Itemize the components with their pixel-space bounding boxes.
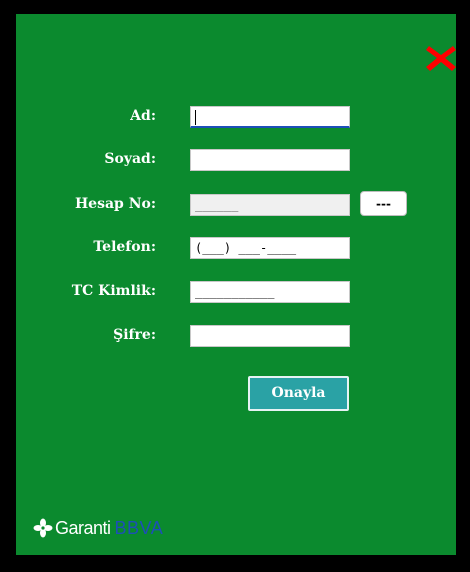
text-caret [195,110,196,125]
brand-suffix: BBVA [114,517,164,538]
telefon-input[interactable]: (___) ___-____ [190,237,350,259]
hesap-no-label: Hesap No: [74,196,156,212]
browse-button[interactable]: --- [360,191,407,216]
soyad-label: Soyad: [104,151,156,167]
tc-kimlik-mask: ___________ [195,285,275,299]
sifre-label: Şifre: [113,327,156,343]
onayla-button[interactable]: Onayla [248,376,349,411]
tc-kimlik-label: TC Kimlik: [71,283,156,299]
hesap-no-input[interactable]: ______ [190,194,350,216]
soyad-input[interactable] [190,149,350,171]
tc-kimlik-row: TC Kimlik: ___________ [16,281,456,305]
telefon-label: Telefon: [93,239,156,255]
brand-name: Garanti [55,517,111,538]
telefon-row: Telefon: (___) ___-____ [16,237,456,261]
tc-kimlik-input[interactable]: ___________ [190,281,350,303]
soyad-row: Soyad: [16,149,456,173]
sifre-row: Şifre: [16,325,456,349]
telefon-mask: (___) ___-____ [195,241,297,255]
login-panel: Ad: Soyad: Hesap No: ______ --- Telefon:… [16,14,456,555]
garanti-clover-icon [33,518,53,538]
ad-input[interactable] [190,106,350,128]
garanti-bbva-logo: Garanti BBVA [33,514,163,542]
close-icon[interactable] [424,43,458,73]
hesap-no-mask: ______ [195,198,239,212]
sifre-input[interactable] [190,325,350,347]
ad-row: Ad: [16,106,456,130]
hesap-no-row: Hesap No: ______ --- [16,191,456,218]
ad-label: Ad: [130,108,156,124]
